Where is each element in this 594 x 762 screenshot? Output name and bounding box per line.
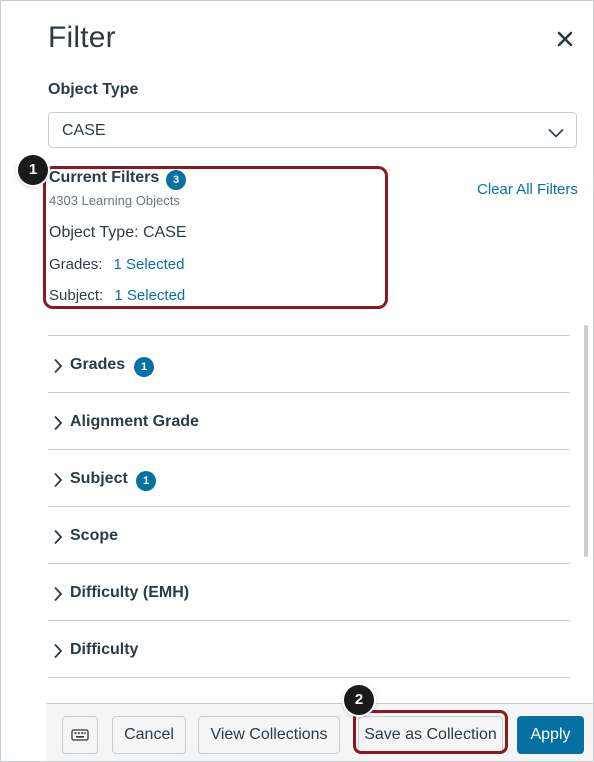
clear-all-filters-link[interactable]: Clear All Filters bbox=[477, 181, 578, 198]
chevron-right-icon bbox=[53, 643, 63, 664]
chevron-down-icon bbox=[548, 125, 564, 143]
object-type-select[interactable]: CASE bbox=[48, 112, 577, 148]
accordion-item-grades[interactable]: Grades 1 bbox=[48, 335, 570, 392]
accordion-label: Alignment Grade bbox=[70, 413, 199, 430]
chevron-right-icon bbox=[53, 700, 63, 701]
current-filters-count-badge: 3 bbox=[166, 170, 186, 190]
accordion-label: Difficulty bbox=[70, 641, 139, 658]
keyboard-shortcuts-button[interactable] bbox=[62, 716, 98, 754]
accordion-item-scope[interactable]: Scope bbox=[48, 506, 570, 563]
subject-filter-label: Subject: bbox=[49, 287, 104, 304]
accordion-item-difficulty[interactable]: Difficulty bbox=[48, 620, 570, 677]
learning-objects-count: 4303 Learning Objects bbox=[49, 193, 180, 208]
keyboard-icon bbox=[71, 729, 89, 746]
subject-filter-line: Subject: 1 Selected bbox=[49, 287, 185, 304]
page-title: Filter bbox=[48, 21, 116, 54]
accordion-item-subject[interactable]: Subject 1 bbox=[48, 449, 570, 506]
callout-highlight-save-as-collection bbox=[353, 710, 508, 754]
object-type-value: CASE bbox=[62, 122, 106, 139]
filter-accordion: Grades 1 Alignment Grade Subject 1 Scope bbox=[48, 335, 570, 701]
chevron-right-icon bbox=[53, 586, 63, 607]
accordion-item-partial[interactable] bbox=[48, 677, 570, 701]
object-type-filter-line: Object Type: CASE bbox=[49, 224, 187, 241]
filter-panel: Filter Object Type CASE 1 Current Filter… bbox=[0, 0, 594, 762]
scrollbar[interactable] bbox=[584, 325, 588, 557]
chevron-right-icon bbox=[53, 529, 63, 550]
view-collections-button[interactable]: View Collections bbox=[198, 716, 340, 754]
grades-selected-link[interactable]: 1 Selected bbox=[114, 256, 185, 273]
accordion-item-alignment-grade[interactable]: Alignment Grade bbox=[48, 392, 570, 449]
chevron-right-icon bbox=[53, 358, 63, 379]
footer-toolbar: Cancel View Collections Save as Collecti… bbox=[46, 703, 593, 761]
grades-filter-label: Grades: bbox=[49, 256, 103, 273]
object-type-label: Object Type bbox=[48, 81, 139, 98]
callout-number-2: 2 bbox=[344, 685, 374, 715]
grades-count-badge: 1 bbox=[134, 357, 154, 377]
chevron-right-icon bbox=[53, 415, 63, 436]
accordion-label: Difficulty (EMH) bbox=[70, 584, 190, 601]
subject-selected-link[interactable]: 1 Selected bbox=[114, 287, 185, 304]
accordion-label: Subject bbox=[70, 470, 128, 487]
accordion-label: Scope bbox=[70, 527, 119, 544]
close-icon[interactable] bbox=[553, 27, 577, 51]
accordion-label: Grades bbox=[70, 356, 126, 373]
chevron-right-icon bbox=[53, 472, 63, 493]
grades-filter-line: Grades: 1 Selected bbox=[49, 256, 184, 273]
current-filters-title: Current Filters bbox=[49, 169, 160, 186]
apply-button[interactable]: Apply bbox=[517, 716, 584, 754]
accordion-item-difficulty-emh[interactable]: Difficulty (EMH) bbox=[48, 563, 570, 620]
subject-count-badge: 1 bbox=[136, 471, 156, 491]
cancel-button[interactable]: Cancel bbox=[112, 716, 186, 754]
callout-number-1: 1 bbox=[18, 155, 48, 185]
